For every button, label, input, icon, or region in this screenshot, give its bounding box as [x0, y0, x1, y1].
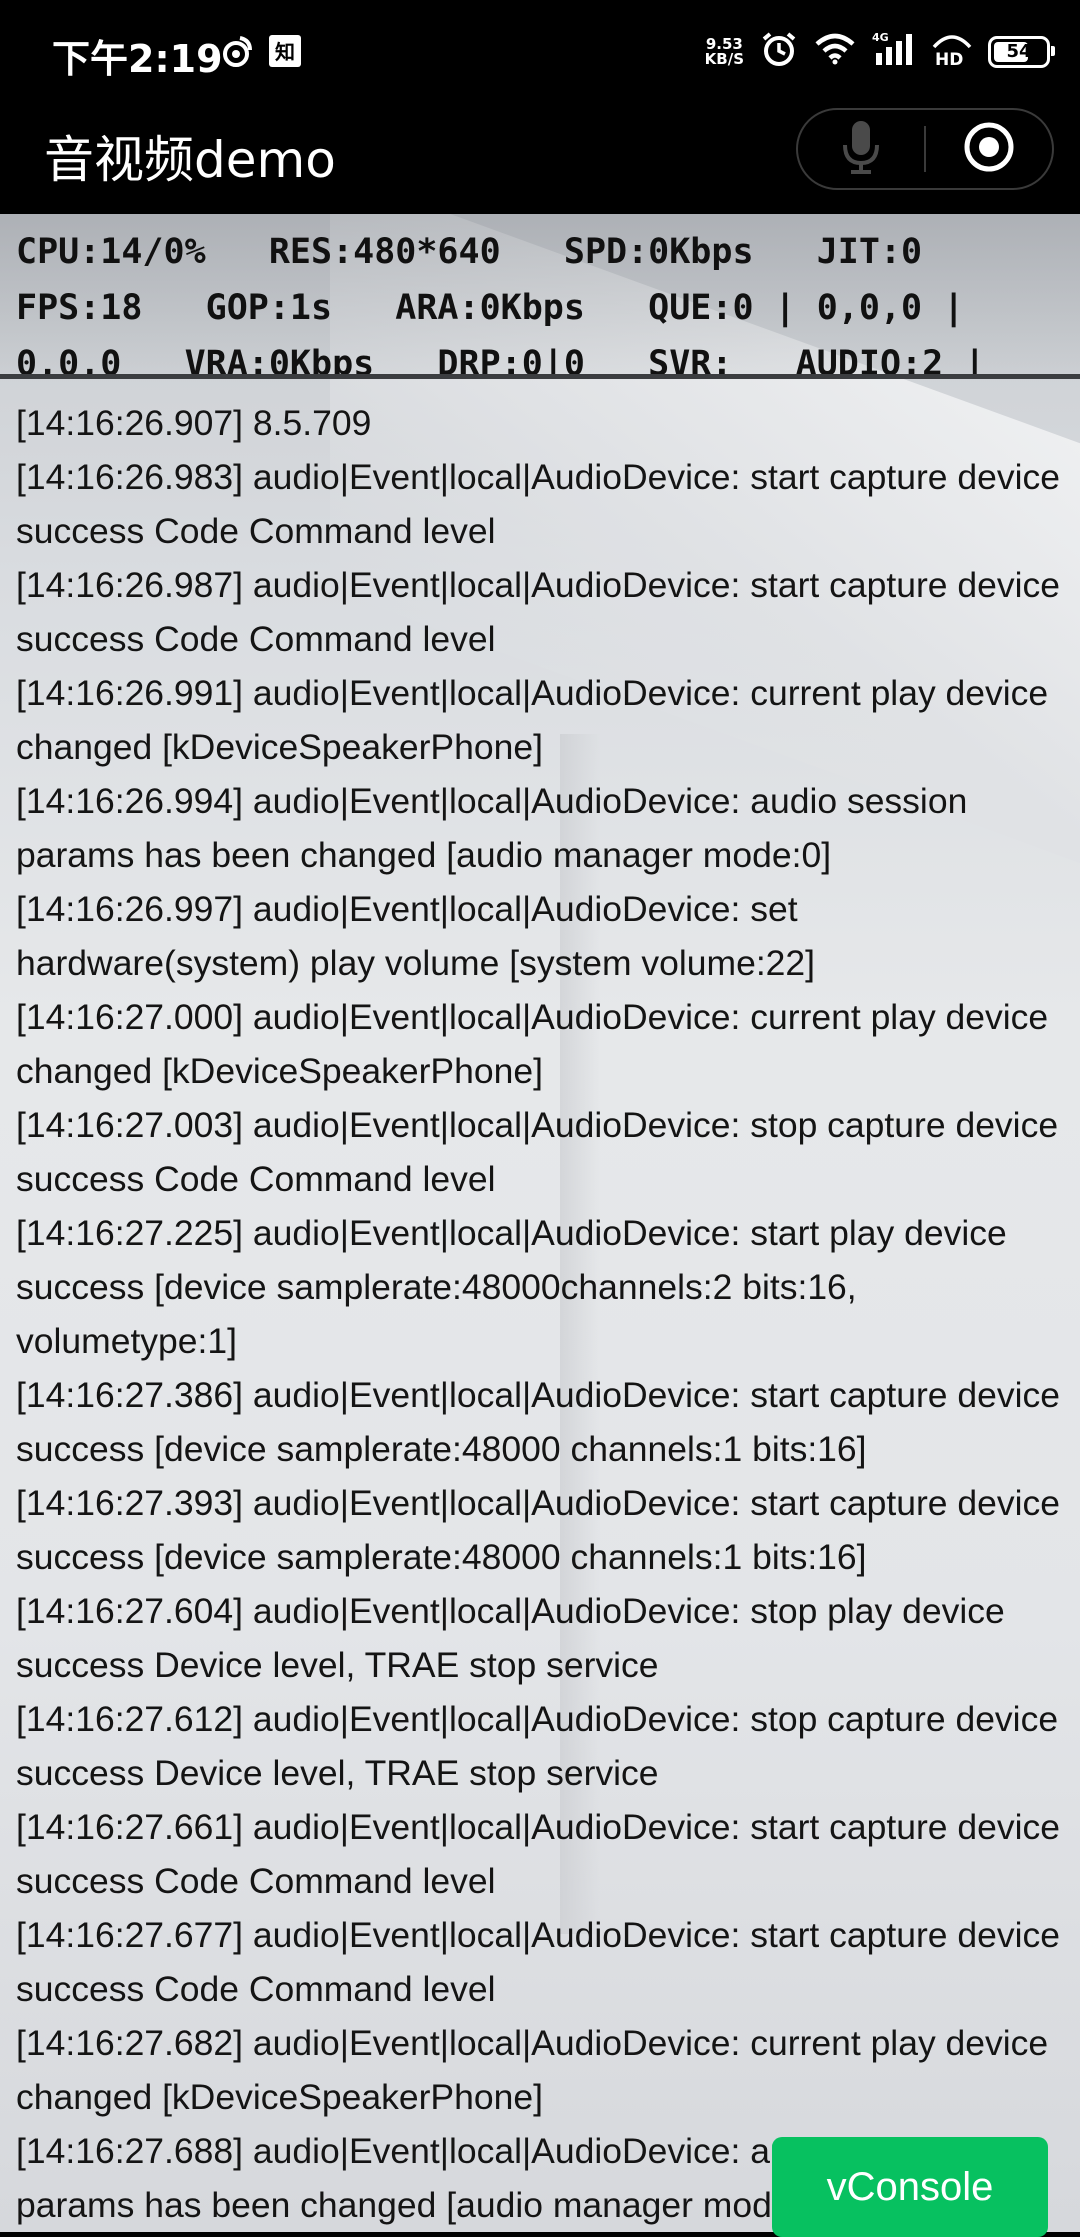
- stats-panel: CPU:14/0% RES:480*640 SPD:0Kbps JIT:0 FPS…: [0, 214, 1080, 374]
- svg-text:HD: HD: [935, 50, 963, 67]
- log-entry: [14:16:26.997] audio|Event|local|AudioDe…: [16, 889, 816, 983]
- log-entry: [14:16:27.386] audio|Event|local|AudioDe…: [16, 1375, 1061, 1469]
- stats-divider: [0, 374, 1080, 379]
- svg-text:4G: 4G: [872, 31, 889, 44]
- alarm-icon: [760, 30, 798, 73]
- log-entry: [14:16:27.000] audio|Event|local|AudioDe…: [16, 997, 1049, 1091]
- signal-icon: 4G: [872, 31, 916, 72]
- vconsole-button[interactable]: vConsole: [772, 2137, 1048, 2237]
- status-left-icons: 知: [218, 34, 302, 75]
- log-entry: [14:16:27.225] audio|Event|local|AudioDe…: [16, 1213, 1007, 1361]
- log-entry: [14:16:27.612] audio|Event|local|AudioDe…: [16, 1699, 1059, 1793]
- zhihu-icon: 知: [268, 34, 302, 75]
- status-time: 下午2:19: [52, 37, 223, 81]
- log-entry: [14:16:27.604] audio|Event|local|AudioDe…: [16, 1591, 1005, 1685]
- nav-bar: 音视频demo: [0, 108, 1080, 214]
- record-button[interactable]: [926, 110, 1052, 188]
- hd-icon: HD: [932, 31, 972, 72]
- stats-line: CPU:14/0% RES:480*640 SPD:0Kbps JIT:0: [16, 232, 923, 272]
- status-bar: 下午2:19 知 9.53 KB/S 4G HD 54: [0, 0, 1080, 108]
- record-icon: [963, 121, 1015, 178]
- log-entry: [14:16:26.994] audio|Event|local|AudioDe…: [16, 781, 968, 875]
- wifi-icon: [814, 32, 856, 71]
- stats-line: 0,0,0 VRA:0Kbps DRP:0|0 SVR: AUDIO:2 |: [16, 344, 986, 374]
- log-entry: [14:16:27.677] audio|Event|local|AudioDe…: [16, 1915, 1061, 2009]
- weibo-icon: [218, 34, 254, 75]
- stats-line: FPS:18 GOP:1s ARA:0Kbps QUE:0 | 0,0,0 |: [16, 288, 965, 328]
- log-entry: [14:16:26.991] audio|Event|local|AudioDe…: [16, 673, 1049, 767]
- log-entry: [14:16:26.987] audio|Event|local|AudioDe…: [16, 565, 1061, 659]
- page-title: 音视频demo: [44, 131, 336, 189]
- mini-program-capsule: [796, 108, 1054, 190]
- event-log-list: [14:16:26.907] 8.5.709 [14:16:26.983] au…: [16, 396, 1066, 2232]
- battery-level: 54: [1006, 41, 1032, 62]
- log-entry: [14:16:26.983] audio|Event|local|AudioDe…: [16, 457, 1061, 551]
- svg-text:知: 知: [275, 40, 295, 64]
- log-entry: [14:16:27.661] audio|Event|local|AudioDe…: [16, 1807, 1061, 1901]
- log-entry: [14:16:27.003] audio|Event|local|AudioDe…: [16, 1105, 1059, 1199]
- battery-icon: 54: [988, 35, 1055, 68]
- log-entry: [14:16:26.907] 8.5.709: [16, 403, 372, 443]
- microphone-button[interactable]: [798, 110, 924, 188]
- net-speed: 9.53 KB/S: [704, 36, 744, 68]
- status-right-icons: 9.53 KB/S 4G HD 54: [704, 30, 1055, 73]
- microphone-icon: [841, 119, 881, 180]
- log-entry: [14:16:27.682] audio|Event|local|AudioDe…: [16, 2023, 1049, 2117]
- log-entry: [14:16:27.393] audio|Event|local|AudioDe…: [16, 1483, 1061, 1577]
- net-speed-unit: KB/S: [704, 49, 744, 68]
- video-log-area: CPU:14/0% RES:480*640 SPD:0Kbps JIT:0 FPS…: [0, 214, 1080, 2232]
